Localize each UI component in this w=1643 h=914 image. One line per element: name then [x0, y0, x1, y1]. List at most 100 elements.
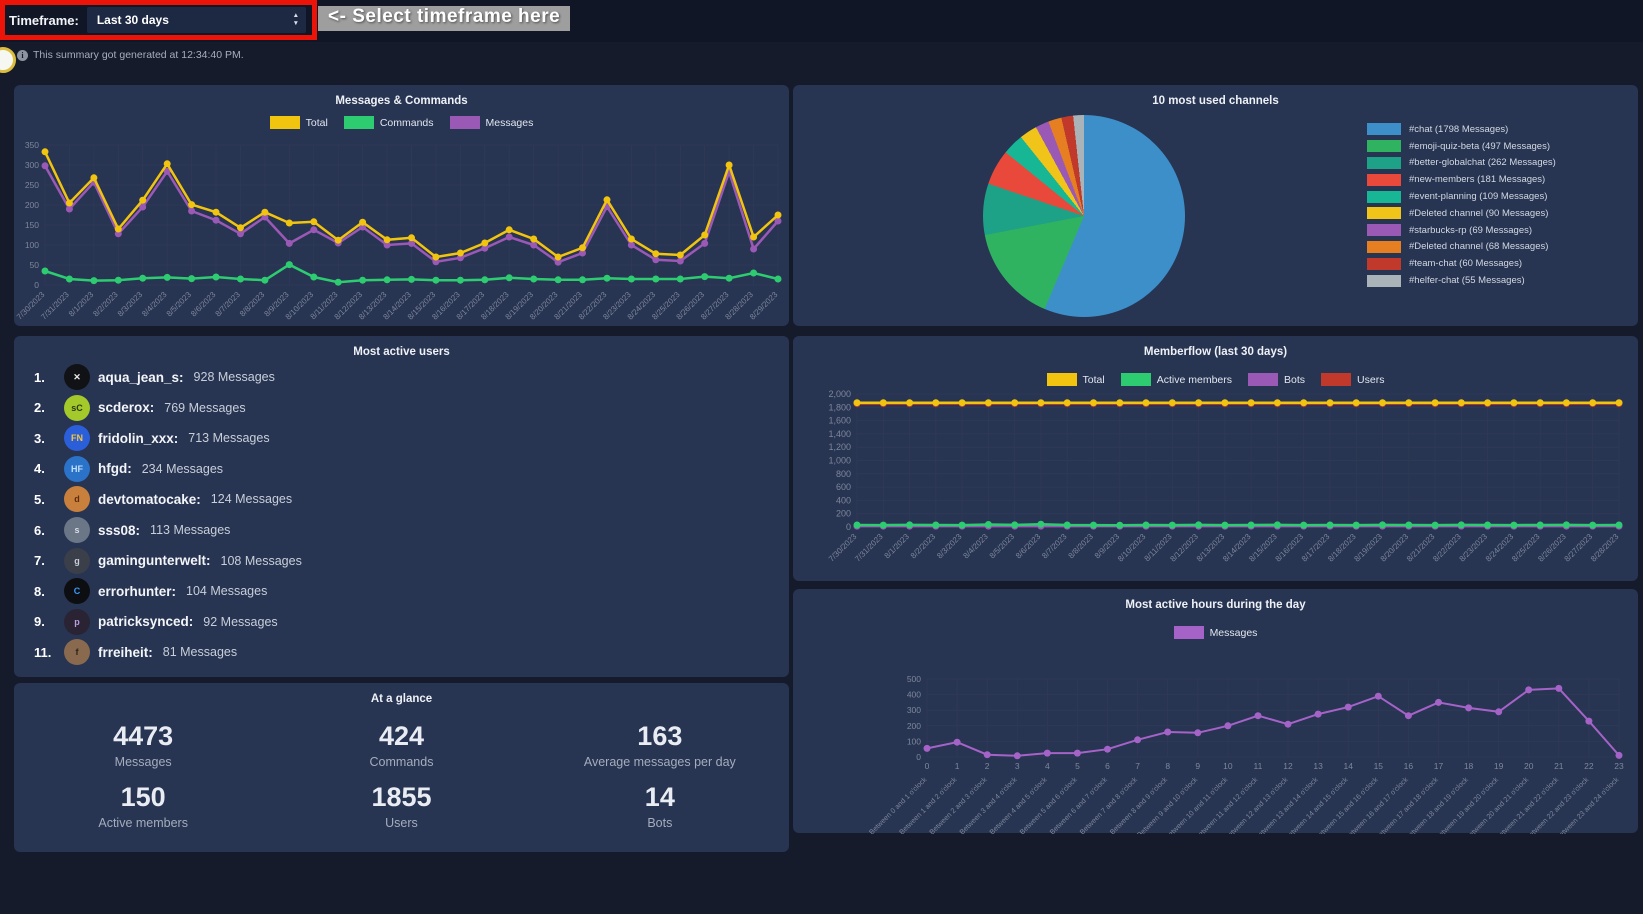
messages-commands-title: Messages & Commands	[14, 95, 789, 107]
user-message-count: 713 Messages	[188, 431, 269, 445]
svg-text:200: 200	[836, 509, 851, 519]
svg-text:15: 15	[1374, 761, 1384, 771]
pie-legend-label: #Deleted channel (68 Messages)	[1409, 241, 1548, 252]
legend-swatch	[1121, 373, 1151, 386]
legend-swatch	[1367, 258, 1401, 270]
svg-text:3: 3	[1015, 761, 1020, 771]
user-message-count: 81 Messages	[163, 645, 237, 659]
user-rank: 1.	[34, 370, 56, 385]
glance-stat-value: 150	[14, 782, 272, 813]
list-item: 11.ffrreiheit:81 Messages	[34, 638, 237, 666]
legend-item: Bots	[1248, 373, 1305, 386]
channels-pie-chart	[983, 115, 1185, 317]
logo-icon	[0, 47, 16, 73]
svg-text:200: 200	[25, 200, 39, 210]
channels-pie-title: 10 most used channels	[793, 95, 1638, 107]
glance-stat-value: 424	[272, 721, 530, 752]
svg-text:500: 500	[907, 674, 921, 684]
list-item: 4.HFhfgd:234 Messages	[34, 455, 223, 483]
legend-swatch	[450, 116, 480, 129]
svg-text:2,000: 2,000	[828, 389, 851, 399]
pie-legend-label: #better-globalchat (262 Messages)	[1409, 157, 1556, 168]
svg-text:50: 50	[30, 260, 40, 270]
avatar: d	[64, 486, 90, 512]
svg-text:100: 100	[907, 736, 921, 746]
svg-text:0: 0	[34, 280, 39, 290]
pie-legend-item: #Deleted channel (68 Messages)	[1367, 239, 1631, 256]
active-hours-panel: Most active hours during the day Message…	[793, 589, 1638, 833]
user-name: aqua_jean_s:	[98, 370, 184, 385]
svg-text:13: 13	[1313, 761, 1323, 771]
svg-text:21: 21	[1554, 761, 1564, 771]
legend-item: Messages	[450, 116, 534, 129]
glance-stat: 1855Users	[272, 782, 530, 830]
memberflow-chart: 02004006008001,0001,2001,4001,6001,8002,…	[793, 388, 1638, 581]
svg-text:Between 7 and 8 o'clock: Between 7 and 8 o'clock	[1078, 775, 1140, 834]
legend-swatch	[1367, 191, 1401, 203]
memberflow-panel: Memberflow (last 30 days) TotalActive me…	[793, 336, 1638, 581]
user-name: patricksynced:	[98, 614, 193, 629]
svg-text:14: 14	[1343, 761, 1353, 771]
user-name: errorhunter:	[98, 584, 176, 599]
select-timeframe-hint: <- Select timeframe here	[318, 6, 570, 31]
svg-text:8/7/2023: 8/7/2023	[1040, 532, 1069, 561]
pie-legend-label: #event-planning (109 Messages)	[1409, 191, 1547, 202]
legend-label: Total	[306, 117, 328, 129]
legend-swatch	[1367, 275, 1401, 287]
svg-text:8/6/2023: 8/6/2023	[1014, 532, 1043, 561]
svg-text:0: 0	[925, 761, 930, 771]
info-icon: i	[17, 50, 28, 61]
pie-legend-label: #new-members (181 Messages)	[1409, 174, 1545, 185]
glance-stats-grid: 4473Messages424Commands163Average messag…	[14, 721, 789, 830]
svg-text:Between 5 and 6 o'clock: Between 5 and 6 o'clock	[1018, 775, 1080, 834]
user-rank: 8.	[34, 584, 56, 599]
at-a-glance-title: At a glance	[14, 693, 789, 705]
top-bar: Timeframe: Last 30 days ▲▼ <- Select tim…	[0, 0, 1643, 42]
pie-legend-label: #starbucks-rp (69 Messages)	[1409, 225, 1532, 236]
channels-pie-panel: 10 most used channels #chat (1798 Messag…	[793, 85, 1638, 326]
svg-text:12: 12	[1283, 761, 1293, 771]
svg-text:300: 300	[907, 705, 921, 715]
summary-generated-text: This summary got generated at 12:34:40 P…	[33, 49, 244, 61]
avatar: f	[64, 639, 90, 665]
svg-text:8/4/2023: 8/4/2023	[140, 290, 169, 319]
svg-text:6: 6	[1105, 761, 1110, 771]
active-users-title: Most active users	[14, 346, 789, 358]
svg-text:0: 0	[916, 752, 921, 762]
pie-legend-item: #event-planning (109 Messages)	[1367, 188, 1631, 205]
svg-text:350: 350	[25, 140, 39, 150]
pie-legend-item: #Deleted channel (90 Messages)	[1367, 205, 1631, 222]
pie-legend-item: #team-chat (60 Messages)	[1367, 255, 1631, 272]
svg-text:8/8/2023: 8/8/2023	[1067, 532, 1096, 561]
legend-item: Total	[270, 116, 328, 129]
svg-text:8/10/2023: 8/10/2023	[1116, 532, 1148, 564]
svg-text:Between 1 and 2 o'clock: Between 1 and 2 o'clock	[897, 775, 959, 834]
legend-item: Total	[1047, 373, 1105, 386]
svg-text:1,800: 1,800	[828, 402, 851, 412]
svg-text:23: 23	[1614, 761, 1624, 771]
user-rank: 4.	[34, 461, 56, 476]
svg-text:19: 19	[1494, 761, 1504, 771]
pie-legend-item: #new-members (181 Messages)	[1367, 171, 1631, 188]
channels-pie-legend: #chat (1798 Messages)#emoji-quiz-beta (4…	[1367, 121, 1631, 289]
svg-text:1,000: 1,000	[828, 456, 851, 466]
svg-text:5: 5	[1075, 761, 1080, 771]
legend-swatch	[1367, 157, 1401, 169]
user-rank: 2.	[34, 400, 56, 415]
user-message-count: 92 Messages	[203, 615, 277, 629]
summary-info-bar: i This summary got generated at 12:34:40…	[17, 49, 244, 61]
svg-text:8/4/2023: 8/4/2023	[961, 532, 990, 561]
svg-text:8/1/2023: 8/1/2023	[67, 290, 96, 319]
timeframe-select[interactable]: Last 30 days	[87, 7, 306, 33]
legend-swatch	[1248, 373, 1278, 386]
svg-text:8/5/2023: 8/5/2023	[988, 532, 1017, 561]
glance-stat-value: 4473	[14, 721, 272, 752]
legend-label: Total	[1083, 374, 1105, 386]
legend-swatch	[1047, 373, 1077, 386]
pie-legend-item: #chat (1798 Messages)	[1367, 121, 1631, 138]
svg-text:8/1/2023: 8/1/2023	[883, 532, 912, 561]
glance-stat: 163Average messages per day	[531, 721, 789, 769]
user-rank: 6.	[34, 523, 56, 538]
legend-swatch	[1321, 373, 1351, 386]
svg-text:20: 20	[1524, 761, 1534, 771]
